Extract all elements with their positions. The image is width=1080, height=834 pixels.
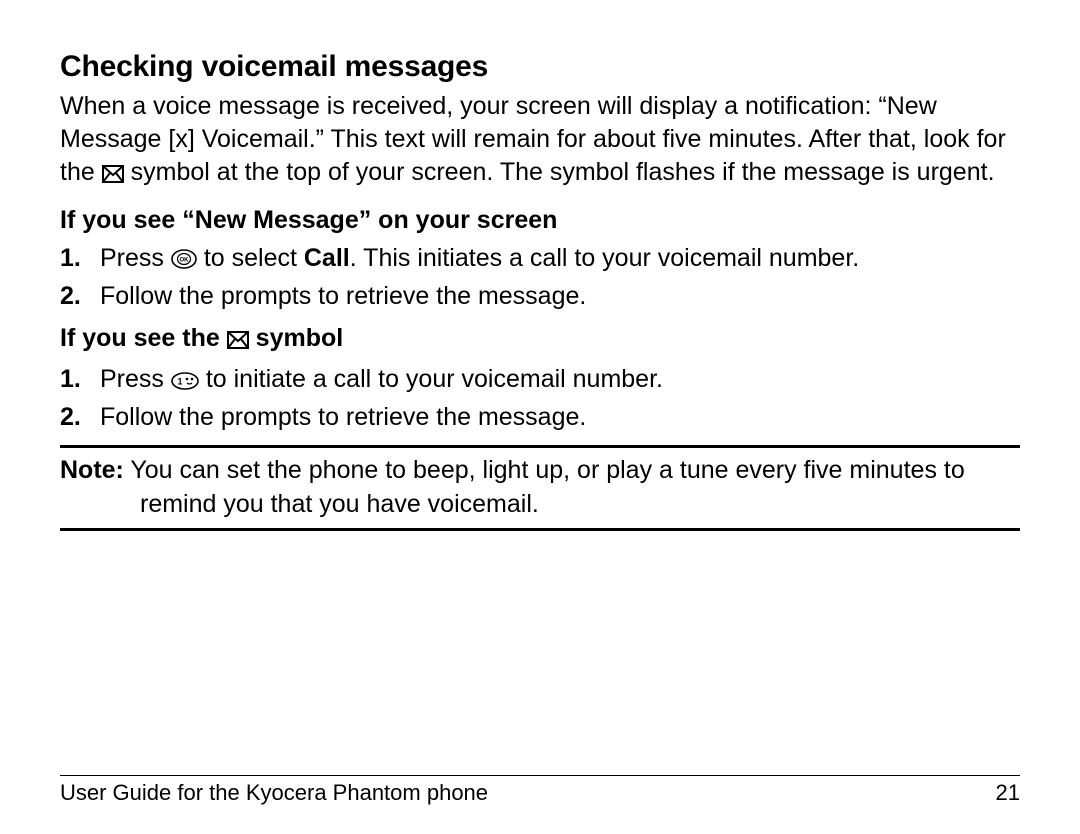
- list-item: Press 1 to initiate a call to your voice…: [60, 362, 1020, 400]
- envelope-icon: [102, 159, 124, 192]
- subheading-symbol: If you see the symbol: [60, 324, 1020, 356]
- list-item: Follow the prompts to retrieve the messa…: [60, 279, 1020, 314]
- subheading-new-message: If you see “New Message” on your screen: [60, 206, 1020, 235]
- subhead-text-after: symbol: [256, 324, 344, 352]
- step-text: Press: [100, 244, 171, 272]
- note-block: Note: You can set the phone to beep, lig…: [60, 445, 1020, 531]
- note-paragraph: Note: You can set the phone to beep, lig…: [60, 454, 1020, 522]
- ok-button-icon: OK: [171, 244, 197, 279]
- call-label: Call: [304, 244, 350, 272]
- step-text: . This initiates a call to your voicemai…: [350, 244, 860, 272]
- intro-text-after: symbol at the top of your screen. The sy…: [131, 158, 995, 186]
- list-item: Press OK to select Call. This initiates …: [60, 241, 1020, 279]
- intro-paragraph: When a voice message is received, your s…: [60, 90, 1020, 192]
- step-text: to select: [204, 244, 304, 272]
- footer-rule: [60, 775, 1020, 776]
- one-key-icon: 1: [171, 365, 199, 400]
- subhead-text-before: If you see the: [60, 324, 227, 352]
- step-text: to initiate a call to your voicemail num…: [206, 365, 663, 393]
- manual-page: Checking voicemail messages When a voice…: [0, 0, 1080, 834]
- envelope-icon: [227, 327, 249, 356]
- footer-title: User Guide for the Kyocera Phantom phone: [60, 780, 488, 806]
- svg-text:OK: OK: [179, 258, 189, 264]
- note-body: You can set the phone to beep, light up,…: [124, 456, 965, 518]
- steps-list-2: Press 1 to initiate a call to your voice…: [60, 362, 1020, 435]
- step-text: Press: [100, 365, 171, 393]
- page-number: 21: [996, 780, 1020, 806]
- steps-list-1: Press OK to select Call. This initiates …: [60, 241, 1020, 314]
- list-item: Follow the prompts to retrieve the messa…: [60, 400, 1020, 435]
- note-label: Note:: [60, 456, 124, 484]
- page-footer: User Guide for the Kyocera Phantom phone…: [60, 775, 1020, 806]
- svg-text:1: 1: [177, 377, 182, 387]
- section-heading: Checking voicemail messages: [60, 50, 1020, 84]
